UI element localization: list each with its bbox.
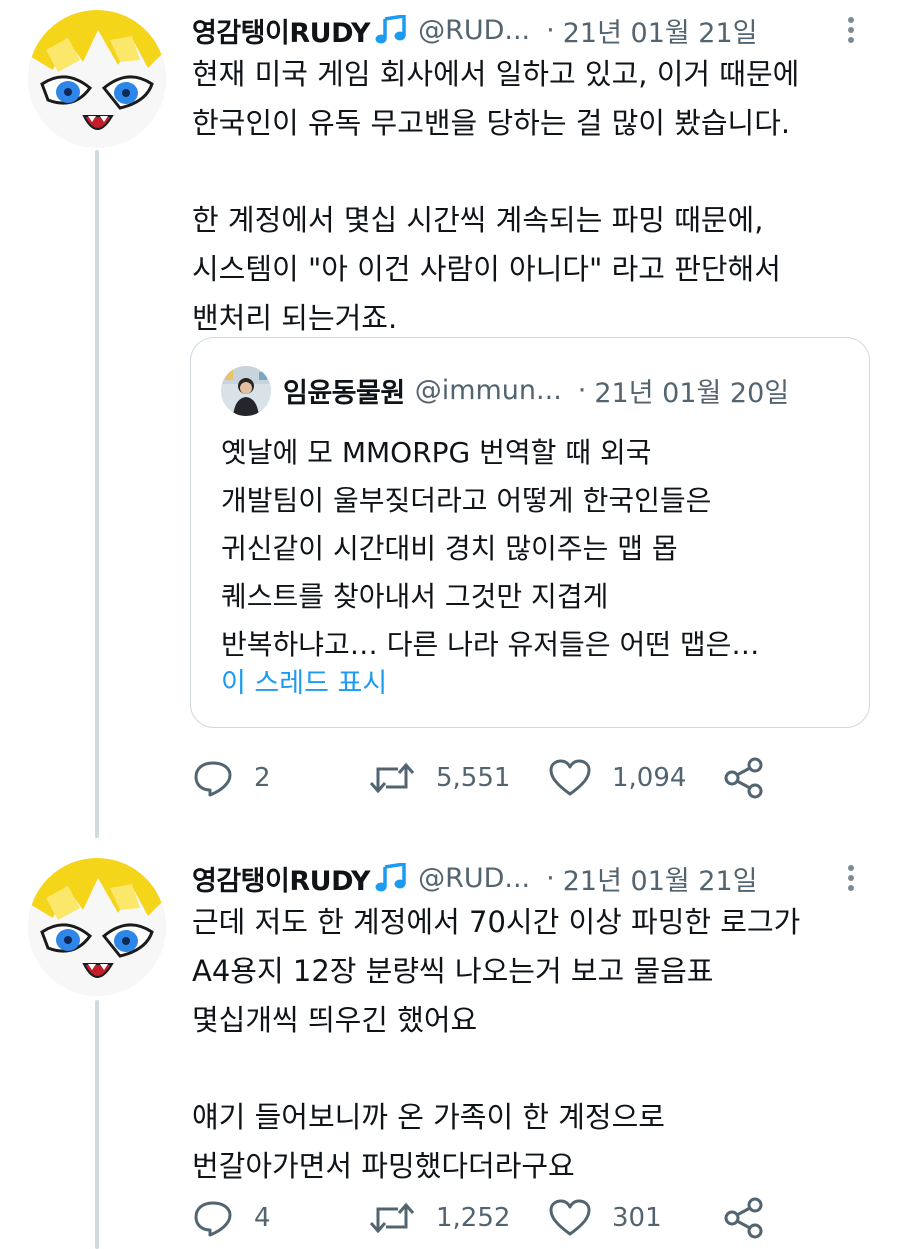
- display-name[interactable]: 영감탱이RUDY: [192, 859, 371, 898]
- quoted-text-line: 옛날에 모 MMORPG 번역할 때 외국: [221, 436, 652, 469]
- tweet-text-line: 번갈아가면서 파밍했다더라구요: [192, 1149, 575, 1183]
- tweet-actions: 2 5,551 1,094: [192, 753, 872, 803]
- tweet-date[interactable]: 21년 01월 21일: [563, 11, 758, 50]
- quoted-display-name: 임윤동물원: [283, 377, 405, 409]
- heart-icon: [549, 759, 591, 796]
- reply-button[interactable]: 4: [192, 1193, 271, 1243]
- music-note-icon: [374, 863, 408, 893]
- tweet-text-line: 밴처리 되는거죠.: [192, 301, 398, 335]
- tweet-date[interactable]: 21년 01월 21일: [563, 859, 758, 898]
- reply-button[interactable]: 2: [192, 753, 271, 803]
- retweet-button[interactable]: 5,551: [368, 753, 510, 803]
- like-count: 1,094: [612, 763, 687, 793]
- reply-icon: [194, 1201, 232, 1237]
- thread-connector-line: [95, 150, 99, 838]
- avatar[interactable]: [28, 858, 166, 996]
- handle[interactable]: @RUD...: [418, 15, 530, 46]
- tweet-text-line: 몇십개씩 띄우긴 했어요: [192, 1003, 478, 1037]
- separator-dot: ·: [546, 862, 555, 894]
- quoted-text-line: 개발팀이 울부짖더라고 어떻게 한국인들은: [221, 484, 712, 517]
- retweet-icon: [369, 762, 415, 794]
- share-button[interactable]: [722, 1193, 766, 1243]
- quoted-date: 21년 01월 20일: [594, 377, 790, 409]
- like-button[interactable]: 1,094: [548, 753, 686, 803]
- handle[interactable]: @RUD...: [418, 863, 530, 894]
- tweet-text-line: 얘기 들어보니까 온 가족이 한 계정으로: [192, 1100, 665, 1134]
- tweet-text: 근데 저도 한 계정에서 70시간 이상 파밍한 로그가 A4용지 12장 분량…: [192, 898, 862, 1191]
- tweet-text-line: 한 계정에서 몇십 시간씩 계속되는 파밍 때문에,: [192, 203, 764, 237]
- display-name[interactable]: 영감탱이RUDY: [192, 11, 371, 50]
- retweet-count: 5,551: [436, 763, 511, 793]
- show-thread-link[interactable]: 이 스레드 표시: [221, 661, 387, 700]
- separator-dot: ·: [577, 374, 587, 406]
- quoted-text-line: 퀘스트를 찾아내서 그것만 지겹게: [221, 580, 609, 613]
- like-count: 301: [612, 1203, 662, 1233]
- reply-count: 2: [254, 763, 271, 793]
- tweet-text-line: 시스템이 "아 이건 사람이 아니다" 라고 판단해서: [192, 252, 781, 286]
- tweet-text-line: A4용지 12장 분량씩 나오는거 보고 물음표: [192, 954, 714, 988]
- quoted-text-line: 귀신같이 시간대비 경치 많이주는 맵 몹: [221, 532, 678, 565]
- quoted-tweet-card[interactable]: 임윤동물원 @immun... · 21년 01월 20일 옛날에 모 MMOR…: [190, 337, 870, 728]
- quoted-avatar[interactable]: [221, 366, 271, 416]
- tweet-text-line: 한국인이 유독 무고밴을 당하는 걸 많이 봤습니다.: [192, 106, 791, 140]
- tweet-text-line: 근데 저도 한 계정에서 70시간 이상 파밍한 로그가: [192, 905, 801, 939]
- thread-connector-line: [95, 1000, 99, 1249]
- quoted-handle: @immun...: [414, 374, 562, 406]
- retweet-count: 1,252: [436, 1203, 511, 1233]
- retweet-icon: [369, 1202, 415, 1234]
- tweet-text-line: 현재 미국 게임 회사에서 일하고 있고, 이거 때문에: [192, 57, 800, 91]
- heart-icon: [549, 1199, 591, 1236]
- music-note-icon: [374, 15, 408, 45]
- more-options-icon[interactable]: [844, 858, 858, 898]
- tweet-header: 영감탱이RUDY @RUD... · 21년 01월 21일: [192, 858, 758, 898]
- separator-dot: ·: [546, 14, 555, 46]
- tweet-text: 현재 미국 게임 회사에서 일하고 있고, 이거 때문에 한국인이 유독 무고밴…: [192, 50, 862, 343]
- quoted-tweet-header: 임윤동물원 @immun... · 21년 01월 20일: [283, 370, 789, 410]
- like-button[interactable]: 301: [548, 1193, 662, 1243]
- quoted-tweet-text: 옛날에 모 MMORPG 번역할 때 외국 개발팀이 울부짖더라고 어떻게 한국…: [221, 429, 841, 669]
- reply-count: 4: [254, 1203, 271, 1233]
- more-options-icon[interactable]: [844, 10, 858, 50]
- avatar[interactable]: [28, 10, 166, 148]
- retweet-button[interactable]: 1,252: [368, 1193, 510, 1243]
- tweet-header: 영감탱이RUDY @RUD... · 21년 01월 21일: [192, 10, 758, 50]
- reply-icon: [194, 761, 232, 797]
- share-button[interactable]: [722, 753, 766, 803]
- share-icon: [724, 1197, 763, 1239]
- tweet-actions: 4 1,252 301: [192, 1193, 872, 1243]
- share-icon: [724, 757, 763, 799]
